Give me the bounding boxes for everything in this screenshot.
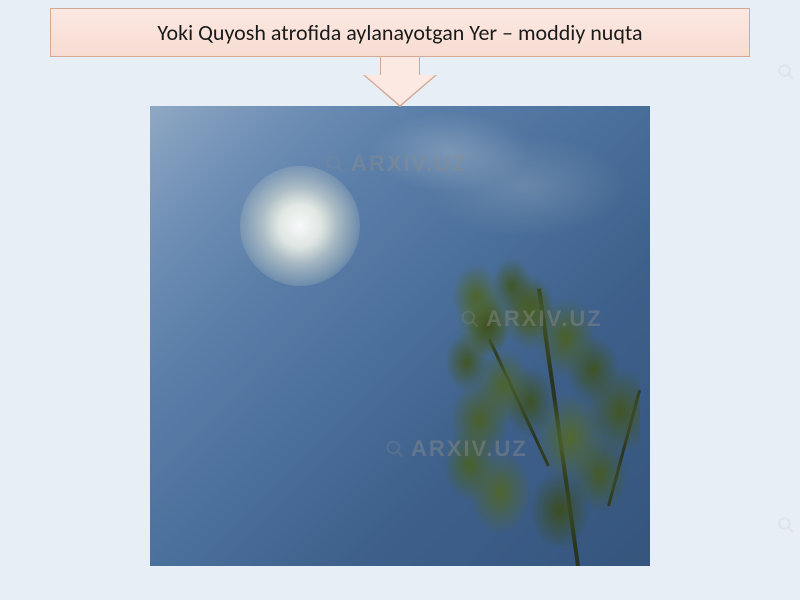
slide-title-text: Yoki Quyosh atrofida aylanayotgan Yer – … (157, 19, 642, 46)
watermark-text: ARXIV.UZ (411, 436, 528, 462)
magnifier-icon (460, 309, 480, 329)
sun-glow (240, 166, 360, 286)
magnifier-icon (777, 516, 795, 534)
magnifier-icon (325, 154, 345, 174)
arrow-shaft (380, 56, 420, 76)
watermark: ARXIV.UZ (460, 306, 603, 332)
presentation-slide: Yoki Quyosh atrofida aylanayotgan Yer – … (0, 0, 800, 600)
slide-image-container: ARXIV.UZ ARXIV.UZ ARXIV.UZ (150, 106, 650, 566)
background-watermark (777, 60, 795, 87)
watermark-text: ARXIV.UZ (351, 151, 468, 177)
sky-photo: ARXIV.UZ ARXIV.UZ ARXIV.UZ (150, 106, 650, 566)
slide-title-box: Yoki Quyosh atrofida aylanayotgan Yer – … (50, 8, 750, 57)
arrow-head (365, 75, 435, 105)
tree-foliage (370, 246, 650, 566)
background-watermark (777, 513, 795, 540)
watermark: ARXIV.UZ (385, 436, 528, 462)
magnifier-icon (777, 63, 795, 81)
watermark: ARXIV.UZ (325, 151, 468, 177)
magnifier-icon (385, 439, 405, 459)
watermark-text: ARXIV.UZ (486, 306, 603, 332)
